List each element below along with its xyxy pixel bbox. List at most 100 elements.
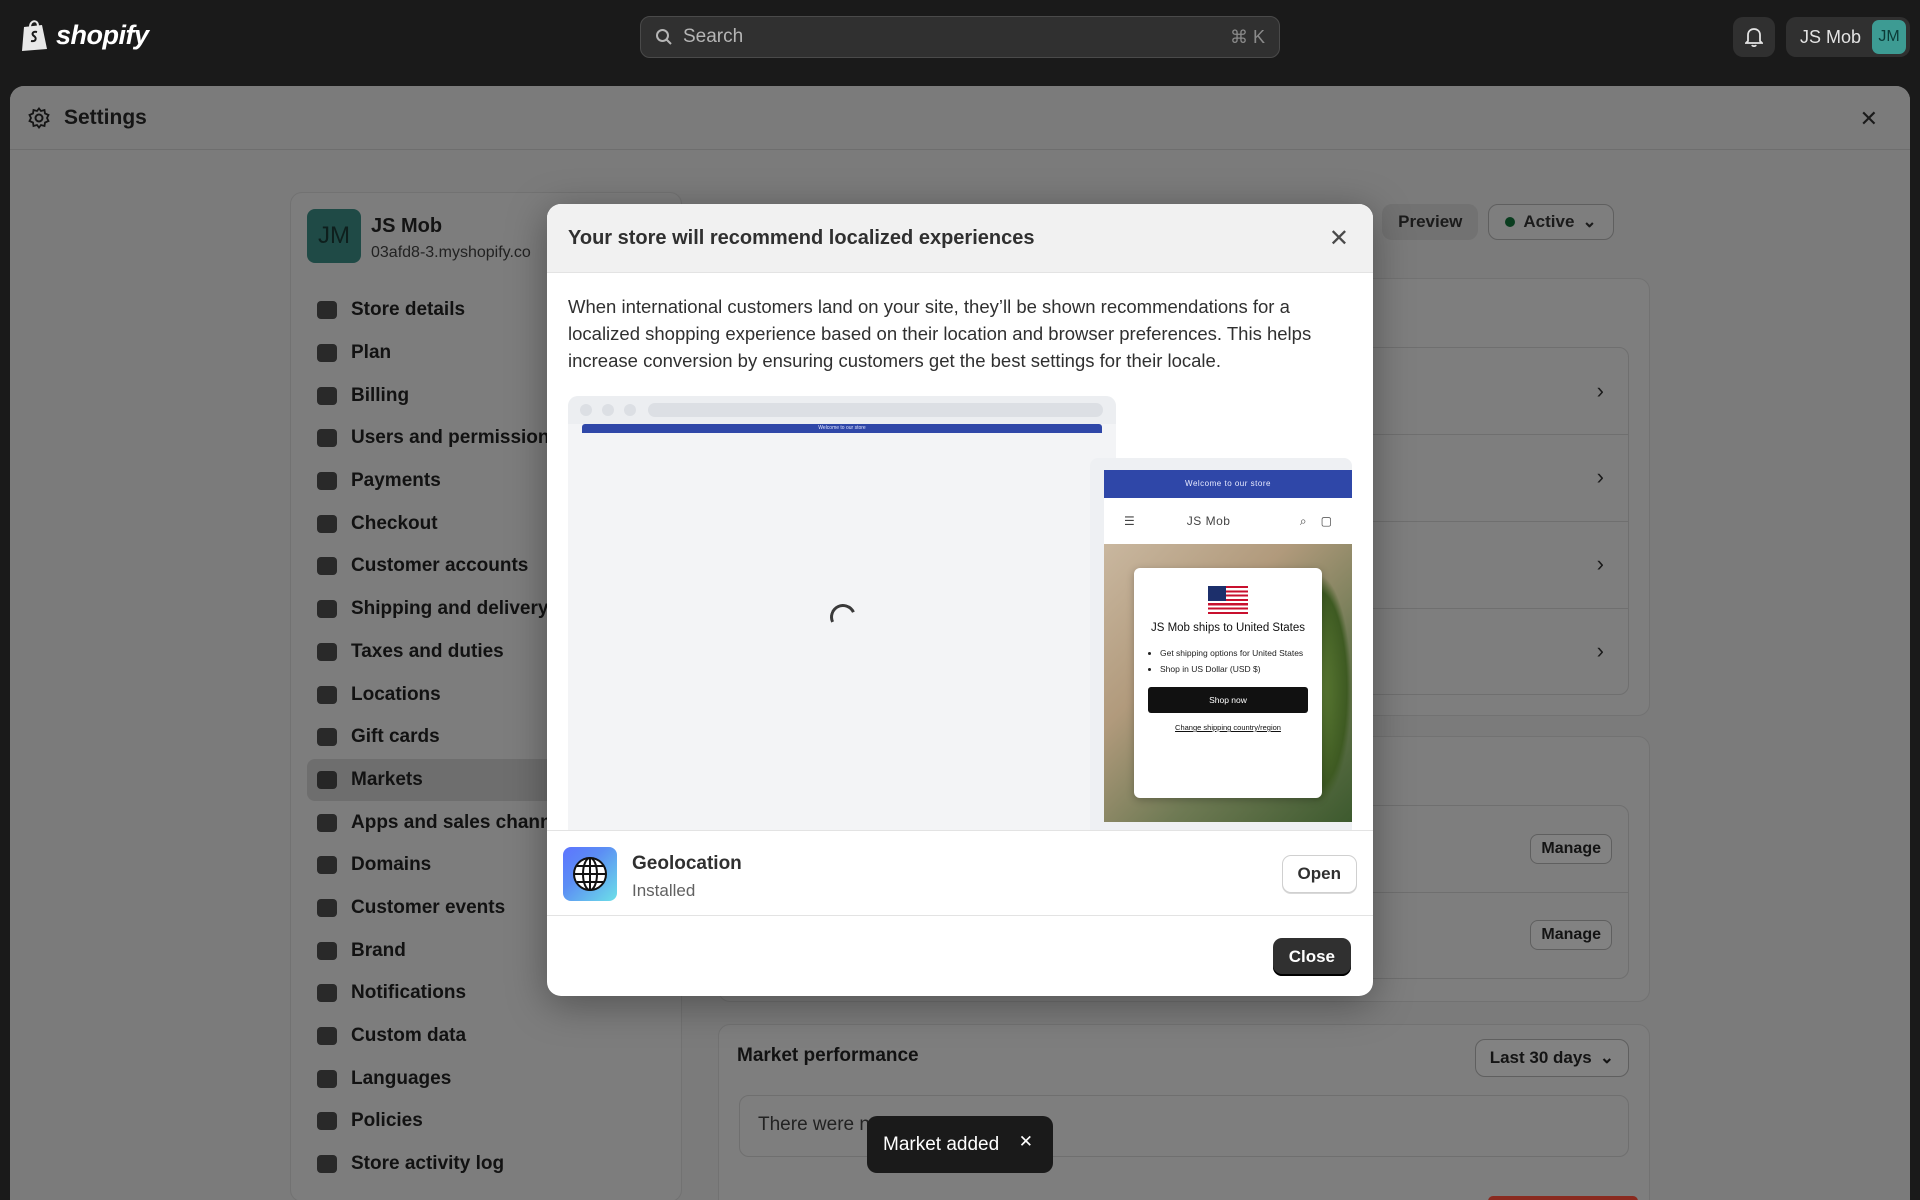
tax-icon (317, 642, 337, 661)
store-domain: 03afd8-3.myshopify.co (371, 244, 531, 261)
sidebar-item-languages[interactable]: Languages (307, 1057, 677, 1100)
chevron-down-icon: ⌄ (1582, 212, 1597, 231)
sidebar-item-label: Custom data (351, 1025, 467, 1047)
sidebar-item-label: Brand (351, 939, 406, 961)
empty-state-text: There were no (758, 1114, 881, 1135)
localized-experiences-modal: Your store will recommend localized expe… (547, 204, 1373, 996)
store-avatar: JM (307, 209, 361, 263)
date-range-label: Last 30 days (1489, 1048, 1592, 1067)
mobile-hero-image: JS Mob ships to United States Get shippi… (1104, 544, 1352, 822)
top-bar: shopify Search ⌘ K JS Mob JM (0, 0, 1920, 72)
bell-icon (317, 984, 337, 1003)
modal-header: Your store will recommend localized expe… (547, 204, 1373, 273)
app-status: Installed (632, 881, 696, 900)
toast-close-icon[interactable]: ✕ (1019, 1132, 1033, 1152)
sidebar-item-label: Policies (351, 1110, 423, 1132)
globe-icon (573, 857, 607, 891)
store-icon (317, 301, 337, 320)
change-region-link: Change shipping country/region (1175, 723, 1281, 732)
mobile-banner: Welcome to our store (1104, 470, 1352, 498)
status-dot-icon (1505, 217, 1516, 227)
sidebar-item-label: Plan (351, 342, 392, 364)
mobile-nav: ☰ JS Mob ⌕ ▢ (1104, 498, 1352, 544)
modal-title: Your store will recommend localized expe… (568, 226, 1035, 249)
notifications-button[interactable] (1733, 17, 1775, 57)
geolocation-popup: JS Mob ships to United States Get shippi… (1134, 568, 1322, 798)
settings-title: Settings (64, 105, 147, 129)
chevron-right-icon[interactable]: › (1597, 464, 1604, 490)
close-icon[interactable]: ✕ (1329, 224, 1349, 253)
data-icon (317, 1027, 337, 1046)
cart-icon (317, 514, 337, 533)
sidebar-item-policies[interactable]: Policies (307, 1100, 677, 1143)
window-dot-icon (624, 404, 636, 416)
toast-notification: Market added ✕ (867, 1116, 1053, 1173)
store-switcher[interactable]: JM JS Mob 03afd8-3.myshopify.co (307, 209, 531, 263)
window-dot-icon (602, 404, 614, 416)
bell-icon (1745, 28, 1763, 47)
user-name: JS Mob (1800, 26, 1862, 47)
sidebar-item-label: Checkout (351, 512, 438, 534)
search-shortcut: ⌘ K (1229, 26, 1265, 47)
store-name: JS Mob (371, 215, 443, 237)
billing-icon (317, 386, 337, 405)
languages-icon (317, 1069, 337, 1088)
manage-button[interactable]: Manage (1530, 920, 1612, 950)
payments-icon (317, 472, 337, 491)
shopify-bag-icon (22, 20, 47, 51)
bag-icon: ▢ (1320, 514, 1332, 528)
shop-now-button: Shop now (1148, 687, 1308, 713)
sidebar-item-label: Taxes and duties (351, 640, 504, 662)
browser-bar (568, 396, 1116, 424)
close-button[interactable]: Close (1272, 938, 1351, 976)
desktop-preview: Welcome to our store (568, 396, 1116, 834)
sidebar-item-label: Payments (351, 470, 441, 492)
chevron-right-icon[interactable]: › (1597, 378, 1604, 404)
sidebar-item-label: Users and permissions (351, 427, 561, 449)
sidebar-item-label: Notifications (351, 982, 467, 1004)
sidebar-item-label: Customer accounts (351, 555, 529, 577)
globe-icon (317, 770, 337, 789)
sidebar-item-label: Apps and sales channel (351, 811, 568, 833)
delete-market-button[interactable] (1488, 1196, 1638, 1200)
sidebar-item-activity-log[interactable]: Store activity log (307, 1143, 677, 1186)
shopify-logo[interactable]: shopify (20, 18, 149, 52)
loading-spinner-icon (826, 600, 860, 634)
popup-list-item: Shop in US Dollar (USD $) (1160, 661, 1312, 677)
truck-icon (317, 600, 337, 619)
settings-header: Settings (10, 86, 1910, 150)
chevron-right-icon[interactable]: › (1597, 638, 1604, 664)
us-flag-icon (1208, 586, 1248, 614)
domain-icon (317, 856, 337, 875)
users-icon (317, 429, 337, 448)
manage-button[interactable]: Manage (1530, 834, 1612, 864)
popup-title: JS Mob ships to United States (1150, 622, 1306, 634)
brand-name: shopify (56, 19, 149, 50)
desktop-banner: Welcome to our store (582, 424, 1102, 433)
sidebar-item-label: Shipping and delivery (351, 598, 549, 620)
sidebar-item-label: Store details (351, 299, 466, 321)
sidebar-item-label: Billing (351, 384, 410, 406)
gift-icon (317, 728, 337, 747)
url-bar (648, 403, 1103, 417)
settings-close-icon[interactable]: ✕ (1860, 106, 1878, 132)
mobile-preview: Welcome to our store ☰ JS Mob ⌕ ▢ JS Mob… (1090, 458, 1352, 834)
brand-icon (317, 941, 337, 960)
geolocation-app-row: Geolocation Installed Open (547, 830, 1373, 916)
date-range-select[interactable]: Last 30 days ⌄ (1474, 1039, 1629, 1077)
mobile-store-name: JS Mob (1186, 514, 1231, 528)
toast-message: Market added (883, 1133, 1000, 1155)
sidebar-item-custom-data[interactable]: Custom data (307, 1015, 677, 1058)
search-input[interactable]: Search ⌘ K (640, 16, 1280, 58)
preview-button[interactable]: Preview (1382, 204, 1479, 240)
chevron-down-icon: ⌄ (1599, 1048, 1614, 1067)
person-icon (317, 557, 337, 576)
avatar: JM (1872, 20, 1906, 54)
open-app-button[interactable]: Open (1281, 855, 1357, 893)
sidebar-item-label: Locations (351, 683, 441, 705)
status-dropdown[interactable]: Active ⌄ (1488, 204, 1614, 240)
chevron-right-icon[interactable]: › (1597, 551, 1604, 577)
user-menu[interactable]: JS Mob JM (1786, 17, 1910, 57)
menu-icon: ☰ (1124, 514, 1135, 528)
popup-list: Get shipping options for United States S… (1134, 635, 1322, 677)
